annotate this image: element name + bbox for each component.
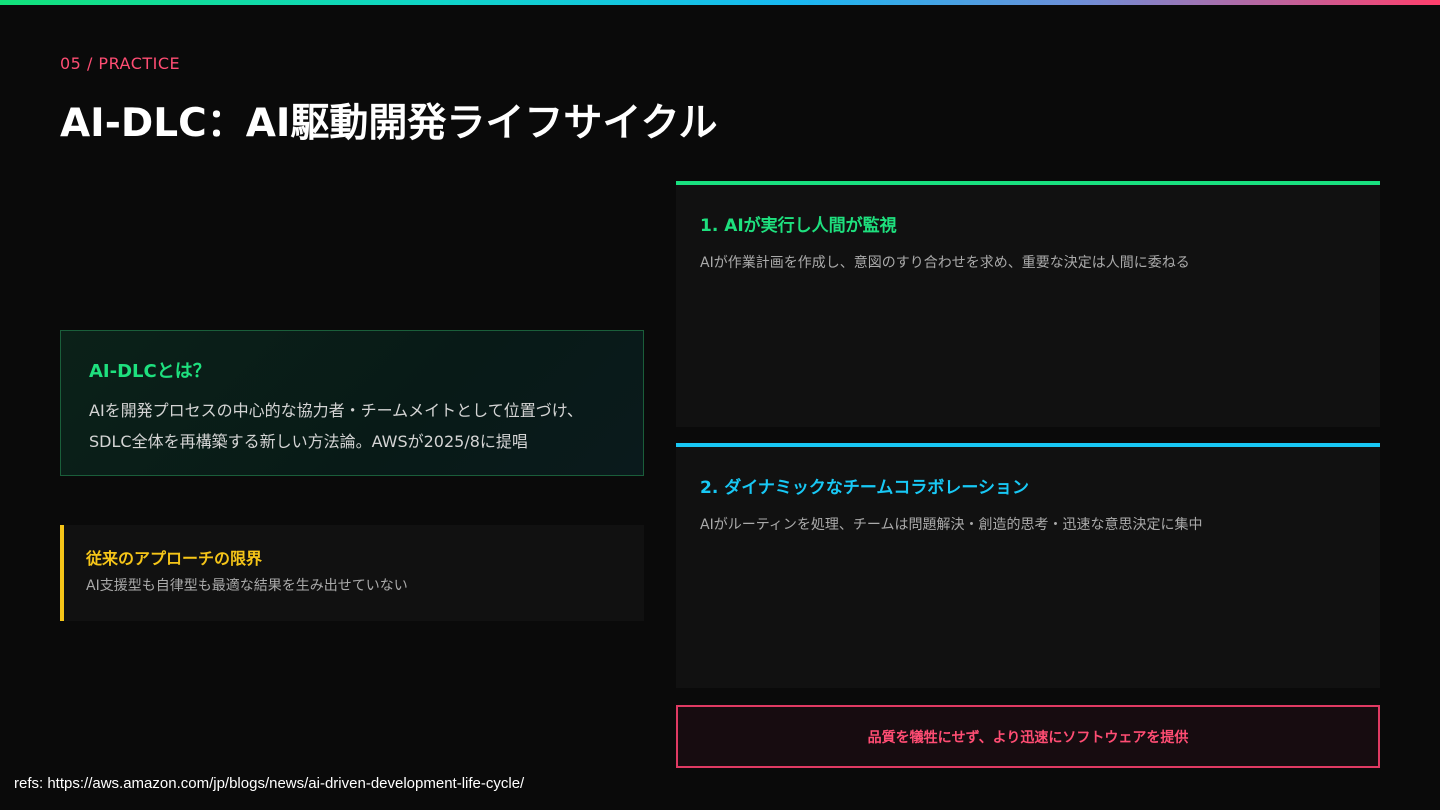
page-title: AI-DLC：AI駆動開発ライフサイクル — [60, 101, 718, 146]
feature-card-ai-executes: 1. AIが実行し人間が監視 AIが作業計画を作成し、意図のすり合わせを求め、重… — [676, 181, 1380, 427]
limitations-body: AI支援型も自律型も最適な結果を生み出せていない — [86, 578, 408, 594]
limitations-title: 従来のアプローチの限界 — [86, 549, 263, 568]
tagline-text: 品質を犠牲にせず、より迅速にソフトウェアを提供 — [867, 729, 1189, 746]
about-title: AI-DLCとは？ — [89, 361, 211, 382]
references-link[interactable]: refs: https://aws.amazon.com/jp/blogs/ne… — [14, 775, 524, 792]
about-body: AIを開発プロセスの中心的な協力者・チームメイトとして位置づけ、SDLC全体を再… — [89, 401, 583, 451]
feature-card-team-collaboration: 2. ダイナミックなチームコラボレーション AIがルーティンを処理、チームは問題… — [676, 443, 1380, 688]
gradient-top-bar — [0, 0, 1440, 5]
feature-body: AIが作業計画を作成し、意図のすり合わせを求め、重要な決定は人間に委ねる — [700, 255, 1190, 271]
feature-title: 2. ダイナミックなチームコラボレーション — [700, 478, 1030, 498]
section-label: 05 / PRACTICE — [60, 54, 181, 73]
feature-title: 1. AIが実行し人間が監視 — [700, 216, 897, 236]
feature-body: AIがルーティンを処理、チームは問題解決・創造的思考・迅速な意思決定に集中 — [700, 517, 1203, 533]
about-card: AI-DLCとは？ AIを開発プロセスの中心的な協力者・チームメイトとして位置づ… — [60, 330, 644, 476]
slide: 05 / PRACTICE AI-DLC：AI駆動開発ライフサイクル AI-DL… — [0, 0, 1440, 810]
tagline-box: 品質を犠牲にせず、より迅速にソフトウェアを提供 — [676, 705, 1380, 768]
limitations-card: 従来のアプローチの限界 AI支援型も自律型も最適な結果を生み出せていない — [60, 525, 644, 621]
